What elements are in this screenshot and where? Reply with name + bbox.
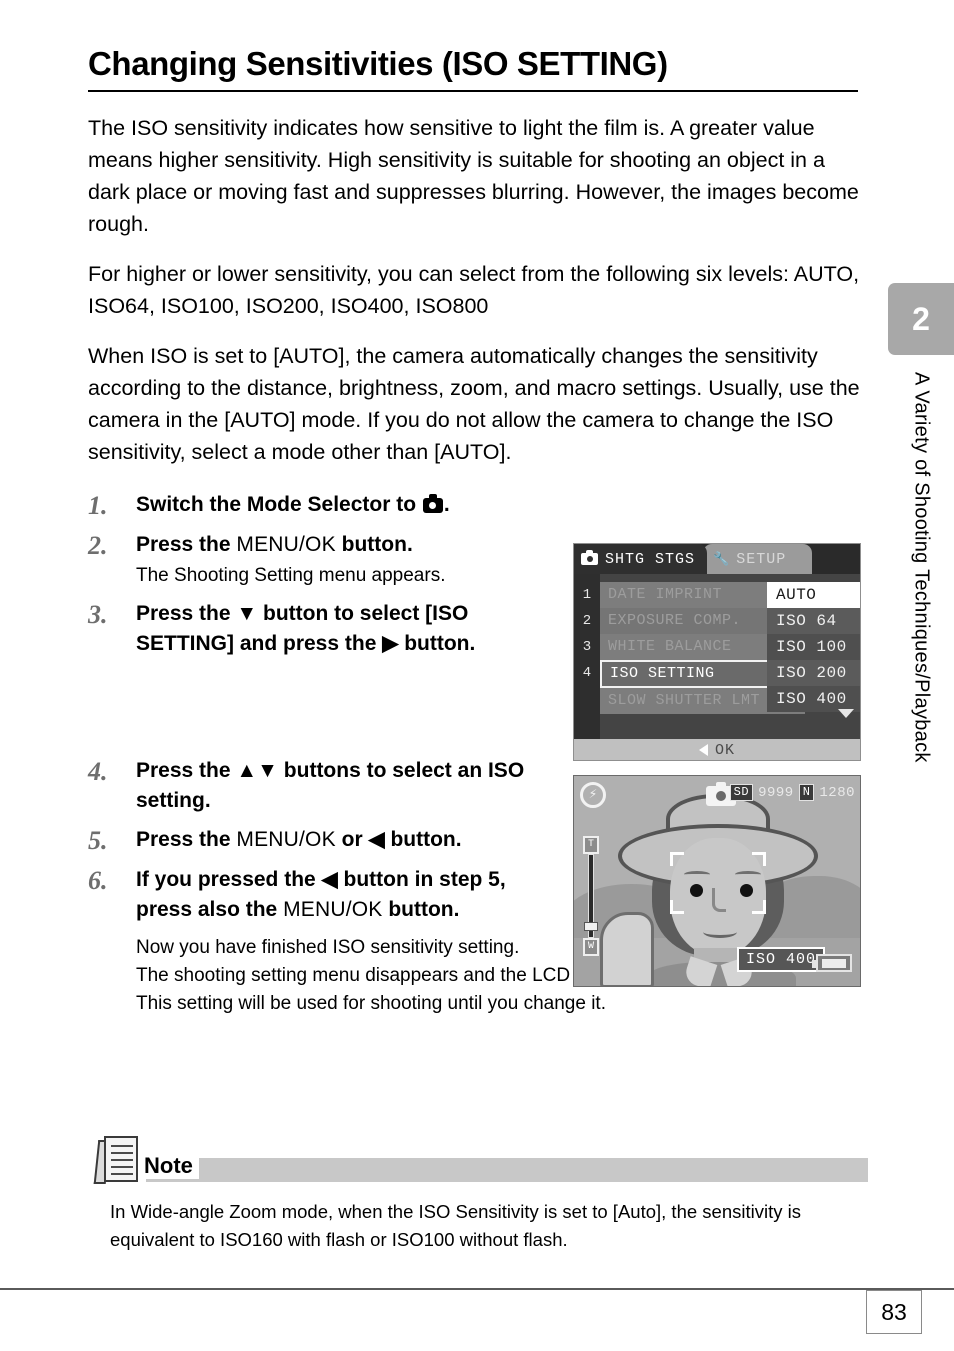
intro-paragraph-1: The ISO sensitivity indicates how sensit… xyxy=(88,116,859,237)
step-heading: Press the ▼ button to select [ISO SETTIN… xyxy=(136,602,476,656)
menu-ok-label: MENU/OK xyxy=(236,828,336,852)
af-frame-corner xyxy=(670,852,684,866)
intro-paragraph-3: When ISO is set to [AUTO], the camera au… xyxy=(88,344,860,465)
manual-page: Changing Sensitivities (ISO SETTING) The… xyxy=(0,0,954,1351)
eyebrow-right xyxy=(735,871,761,878)
lcd-menu-body: 1 2 3 4 DATE IMPRINT EXPOSURE COMP. WHIT… xyxy=(574,574,860,739)
page-title: Changing Sensitivities (ISO SETTING) xyxy=(88,45,668,82)
tab-shooting-label: SHTG STGS xyxy=(605,550,696,568)
menu-ok-label: MENU/OK xyxy=(283,898,383,922)
result-line-3: This setting will be used for shooting u… xyxy=(136,993,606,1015)
page-number: 83 xyxy=(866,1290,922,1334)
step-number: 6. xyxy=(88,866,108,896)
title-divider xyxy=(88,90,858,93)
step-heading: Switch the Mode Selector to . xyxy=(136,490,566,520)
step-text: Press the xyxy=(136,533,237,557)
waving-hand xyxy=(600,912,654,986)
chevron-down-icon[interactable] xyxy=(838,709,854,718)
lcd-ok-label: OK xyxy=(714,741,735,759)
camera-icon xyxy=(581,550,598,565)
wrench-icon: 🔧 xyxy=(713,551,731,567)
iso-options-list: AUTO ISO 64 ISO 100 ISO 200 ISO 400 xyxy=(767,582,860,718)
tab-shooting-settings[interactable]: SHTG STGS xyxy=(574,544,708,574)
step-heading: Press the MENU/OK button. xyxy=(136,530,566,560)
note-header-bar xyxy=(146,1158,868,1182)
row-number: 4 xyxy=(582,665,592,681)
menu-row-numbers: 1 2 3 4 xyxy=(574,574,600,739)
arrow-left-icon xyxy=(698,744,708,756)
chapter-tab: 2 xyxy=(888,283,954,355)
af-frame-corner xyxy=(752,852,766,866)
battery-icon xyxy=(812,954,852,972)
menu-ok-label: MENU/OK xyxy=(236,533,336,557)
step-text: Switch the Mode Selector to xyxy=(136,493,422,517)
quality-icon: N xyxy=(798,784,815,801)
footer-divider xyxy=(0,1288,954,1290)
note-section: Note In Wide-angle Zoom mode, when the I… xyxy=(88,1136,868,1273)
row-number: 2 xyxy=(582,613,592,629)
step-heading: Press the ▲▼ buttons to select an ISO se… xyxy=(136,759,525,813)
step-heading: If you pressed the ◀ button in step 5, p… xyxy=(136,865,566,925)
step-text-end: . xyxy=(443,493,450,517)
note-icon xyxy=(93,1136,140,1184)
zoom-tele-end: T xyxy=(583,836,599,854)
eyebrow-left xyxy=(684,871,710,878)
camera-mode-icon xyxy=(422,494,443,514)
flash-off-icon: ⚡ xyxy=(580,782,606,808)
note-label: Note xyxy=(144,1153,199,1179)
zoom-wide-end: W xyxy=(583,938,599,956)
step-number: 2. xyxy=(88,531,108,561)
step-text-end: or ◀ button. xyxy=(335,828,462,852)
af-frame-corner xyxy=(670,900,684,914)
step-text-end: button. xyxy=(382,898,460,922)
chapter-title-vertical: A Variety of Shooting Techniques/Playbac… xyxy=(888,372,954,932)
af-frame-corner xyxy=(752,900,766,914)
step-item: 1. Switch the Mode Selector to . xyxy=(88,490,868,521)
note-text: In Wide-angle Zoom mode, when the ISO Se… xyxy=(110,1201,801,1250)
lcd-tab-bar: SHTG STGS 🔧 SETUP xyxy=(574,544,860,574)
step-number: 4. xyxy=(88,757,108,787)
eye-left xyxy=(690,884,703,897)
zoom-slider[interactable]: T W xyxy=(583,836,599,956)
row-number: 1 xyxy=(582,587,592,603)
lcd-menu-screenshot: SHTG STGS 🔧 SETUP 1 2 3 4 DATE IMPRINT E… xyxy=(573,543,861,761)
lcd-viewfinder-screenshot: ⚡ SD 9999 N 1280 T W ISO 400 xyxy=(573,775,861,987)
iso-option-100[interactable]: ISO 100 xyxy=(767,634,860,660)
shots-remaining: 9999 xyxy=(758,784,794,801)
step-number: 5. xyxy=(88,826,108,856)
nose xyxy=(712,888,726,912)
row-number-highlighted: 3 xyxy=(582,639,592,655)
chapter-title-label: A Variety of Shooting Techniques/Playbac… xyxy=(910,372,933,763)
mouth xyxy=(703,926,737,938)
iso-option-200[interactable]: ISO 200 xyxy=(767,660,860,686)
resolution-label: 1280 xyxy=(819,784,855,801)
step-number: 3. xyxy=(88,600,108,630)
step-text: Press the xyxy=(136,828,237,852)
zoom-knob[interactable] xyxy=(584,922,598,931)
tab-setup-label: SETUP xyxy=(736,550,787,568)
eye-right xyxy=(740,884,753,897)
lcd-footer-bar: OK xyxy=(574,739,860,760)
sd-card-icon: SD xyxy=(729,784,754,801)
intro-paragraph-2: For higher or lower sensitivity, you can… xyxy=(88,262,860,319)
step-heading: Press the MENU/OK or ◀ button. xyxy=(136,825,566,855)
iso-option-64[interactable]: ISO 64 xyxy=(767,608,860,634)
iso-option-auto[interactable]: AUTO xyxy=(767,582,860,608)
step-text-end: button. xyxy=(335,533,413,557)
step-number: 1. xyxy=(88,491,108,521)
result-line-1: Now you have finished ISO sensitivity se… xyxy=(136,937,520,959)
tab-setup[interactable]: 🔧 SETUP xyxy=(703,544,813,574)
menu-item-iso-setting-label: ISO SETTING xyxy=(610,665,715,682)
note-page xyxy=(104,1136,138,1182)
status-indicators: SD 9999 N 1280 xyxy=(729,784,855,801)
